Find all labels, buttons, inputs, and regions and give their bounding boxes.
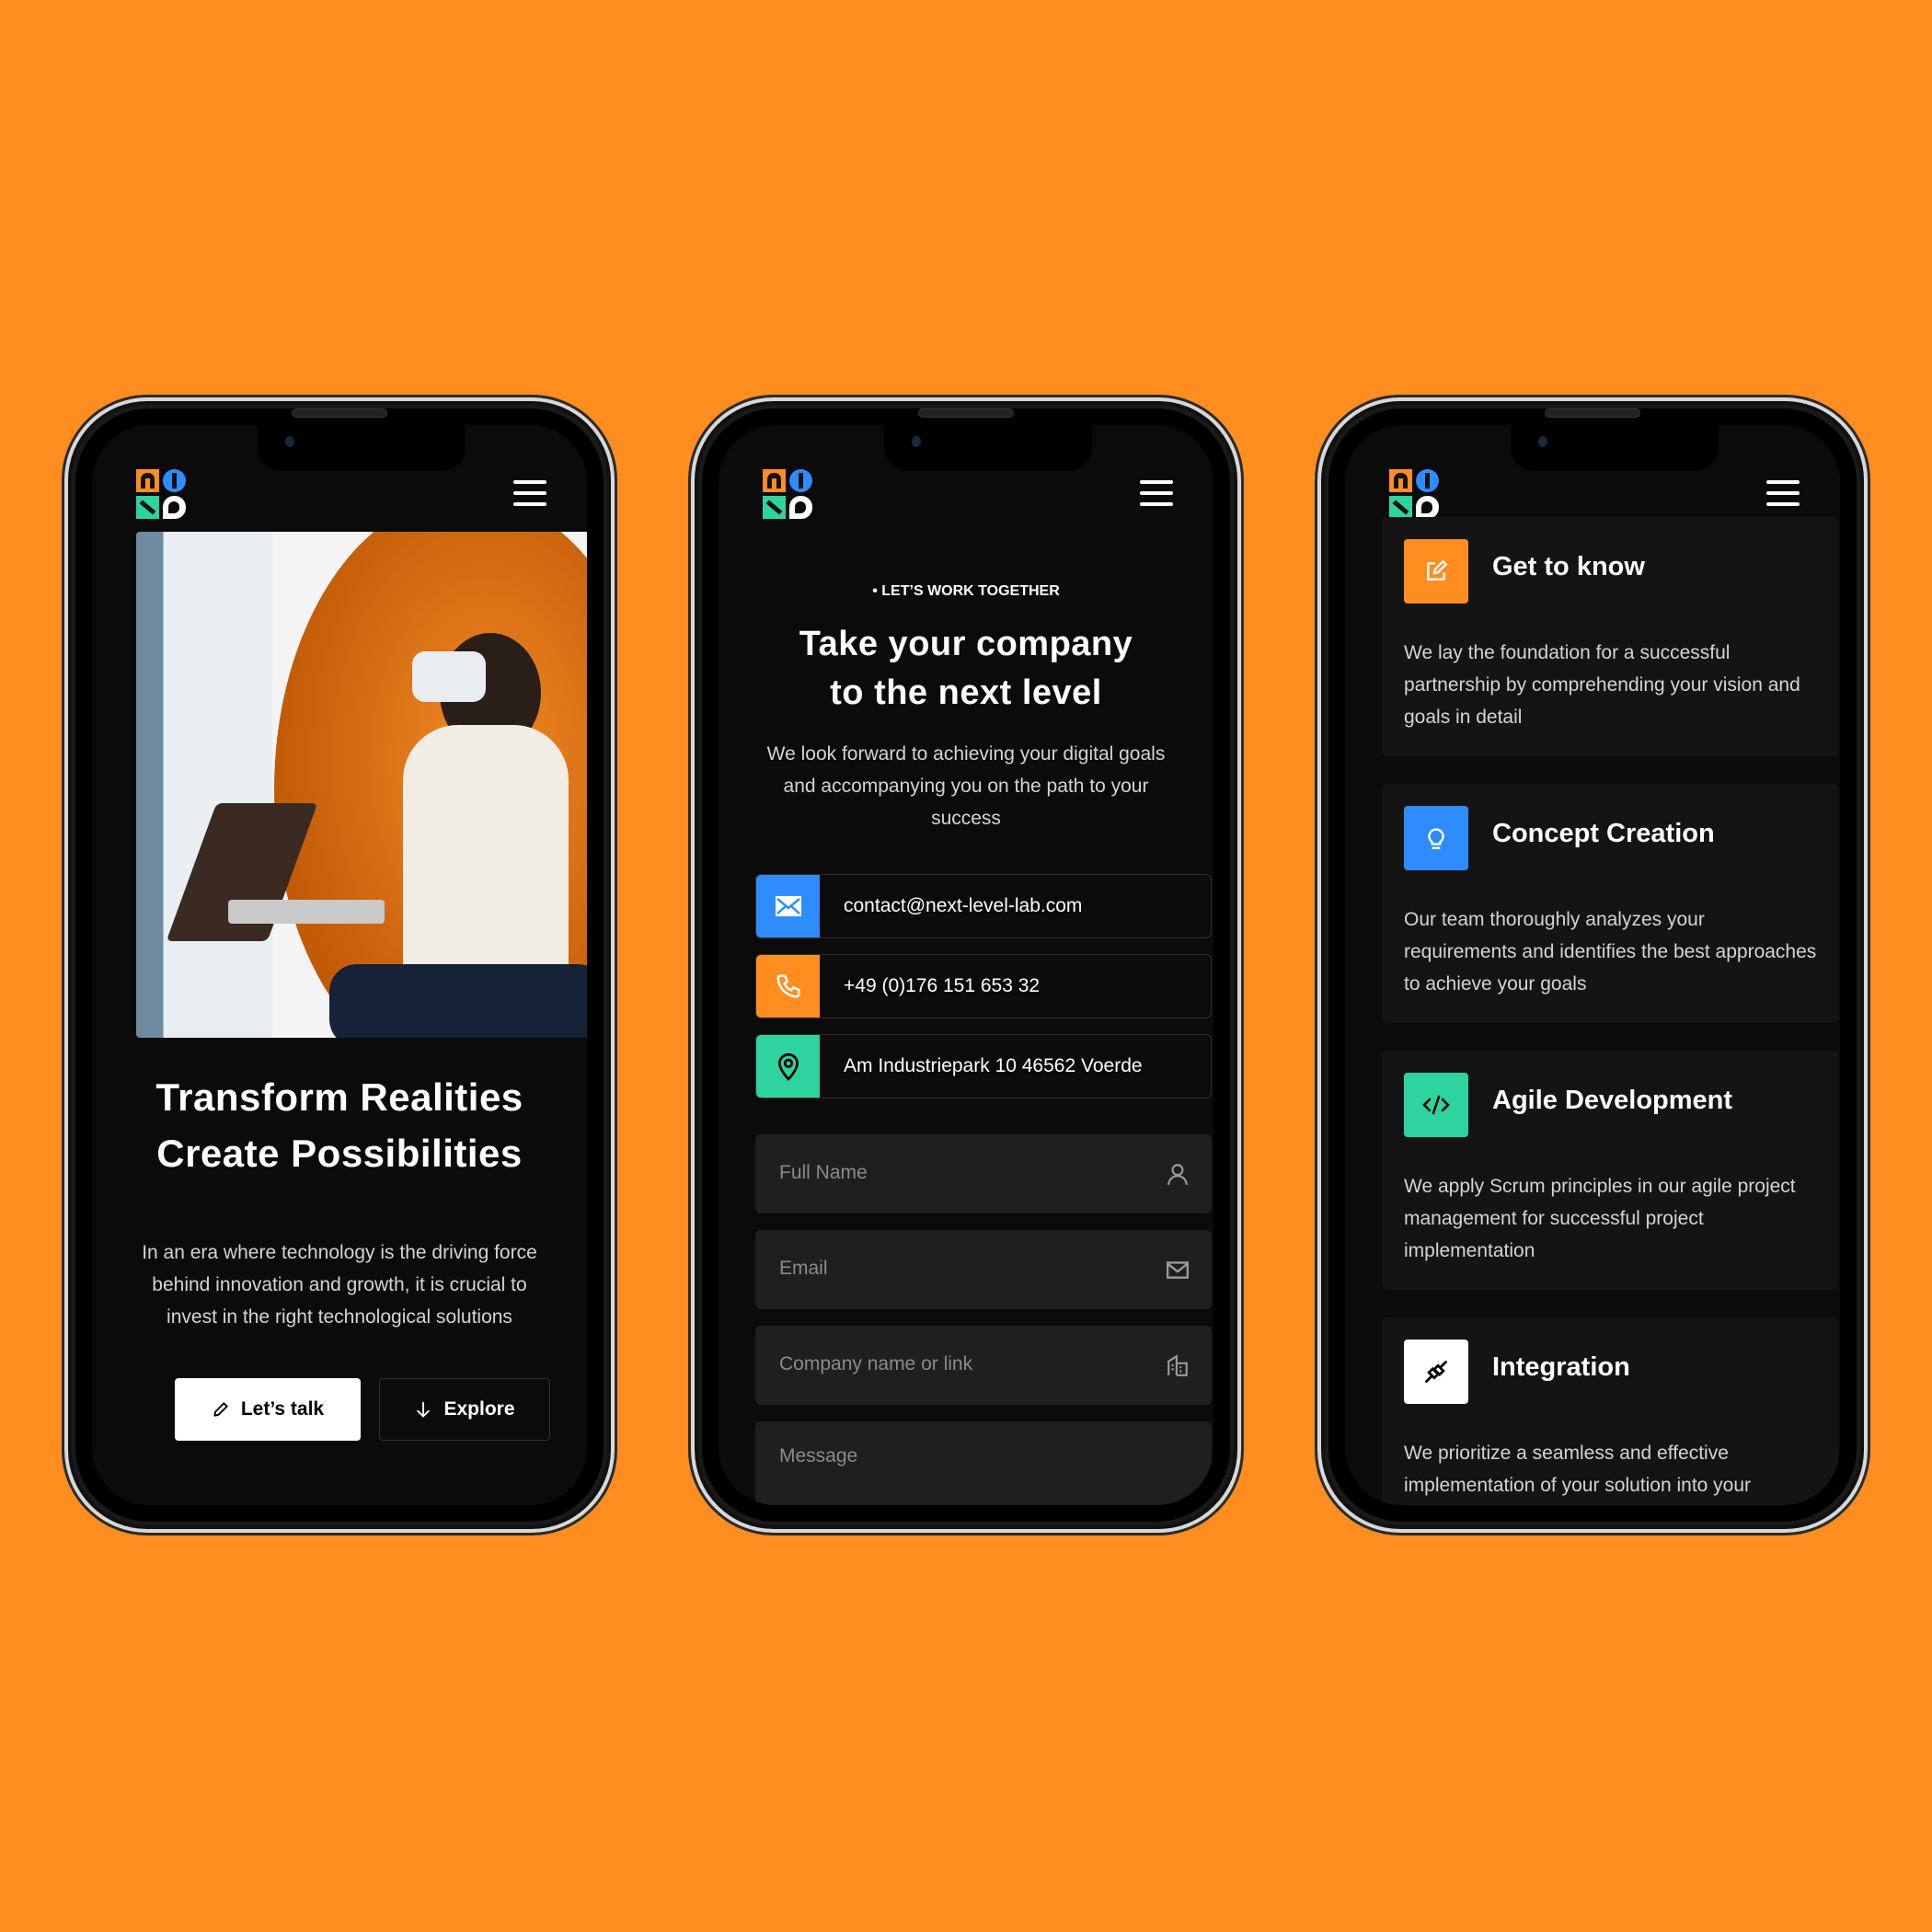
lightbulb-icon-box: [1404, 806, 1468, 870]
hero-description: In an era where technology is the drivin…: [142, 1242, 537, 1328]
phone-speaker: [1545, 408, 1640, 418]
brand-logo[interactable]: [1389, 469, 1439, 519]
phone-speaker: [292, 408, 387, 418]
hamburger-menu-icon[interactable]: [1140, 480, 1173, 506]
location-icon-box: [756, 1035, 820, 1098]
brand-logo[interactable]: [763, 469, 812, 519]
lets-talk-label: Let’s talk: [240, 1398, 325, 1420]
phone-speaker: [918, 408, 1014, 418]
contact-description: We look forward to achieving your digita…: [766, 743, 1166, 829]
lets-talk-button[interactable]: Let’s talk: [175, 1378, 361, 1441]
plug-icon: [1425, 1361, 1447, 1383]
plug-icon-box: [1404, 1340, 1468, 1404]
hero-image: [136, 532, 587, 1038]
contact-title-line-1: Take your company: [799, 625, 1133, 663]
email-placeholder: Email: [779, 1258, 828, 1279]
camera-icon: [912, 436, 921, 447]
phone-mockup-process: Get to know We lay the foundation for a …: [1317, 397, 1868, 1533]
contact-phone-text: +49 (0)176 151 653 32: [844, 975, 1041, 996]
message-placeholder: Message: [779, 1445, 858, 1466]
pencil-icon: [213, 1402, 228, 1417]
logo-n-tile: [763, 469, 786, 492]
mail-icon: [775, 896, 801, 916]
phone-mockup-hero: Transform Realities Create Possibilities…: [64, 397, 615, 1533]
card-description: We lay the foundation for a successful p…: [1404, 642, 1800, 728]
arrow-down-icon: [417, 1401, 431, 1418]
phone-screen: Transform Realities Create Possibilities…: [92, 425, 587, 1505]
edit-icon: [1427, 559, 1448, 581]
card-title: Integration: [1492, 1352, 1630, 1382]
card-description: We apply Scrum principles in our agile p…: [1404, 1176, 1796, 1261]
code-icon: [1422, 1095, 1450, 1115]
camera-icon: [285, 436, 294, 447]
hamburger-menu-icon[interactable]: [513, 480, 546, 506]
company-placeholder: Company name or link: [779, 1353, 973, 1374]
edit-icon-box: [1404, 539, 1468, 604]
logo-d-tile: [789, 496, 812, 519]
process-card-agile-development: Agile Development We apply Scrum princip…: [1382, 1051, 1838, 1290]
phone-mockup-contact: • LET’S WORK TOGETHER Take your company …: [691, 397, 1241, 1533]
logo-n-tile: [136, 469, 159, 492]
explore-label: Explore: [443, 1398, 515, 1420]
phone-notch: [258, 425, 466, 471]
full-name-input[interactable]: Full Name: [755, 1134, 1212, 1213]
contact-address-text: Am Industriepark 10 46562 Voerde: [844, 1055, 1143, 1076]
envelope-icon: [1166, 1261, 1190, 1279]
card-title: Agile Development: [1492, 1086, 1733, 1115]
hero-title-line-2: Create Possibilities: [156, 1132, 523, 1175]
eyebrow-text: LET’S WORK TOGETHER: [881, 583, 1060, 599]
phone-notch: [884, 425, 1092, 471]
logo-n-tile: [1389, 469, 1412, 492]
process-card-integration: Integration We prioritize a seamless and…: [1382, 1317, 1838, 1505]
logo-i-tile: [789, 469, 812, 492]
location-pin-icon: [777, 1052, 799, 1081]
building-icon: [1167, 1354, 1188, 1376]
user-icon: [1167, 1164, 1188, 1186]
phone-screen: • LET’S WORK TOGETHER Take your company …: [719, 425, 1213, 1505]
contact-title-line-2: to the next level: [830, 673, 1102, 712]
process-card-get-to-know: Get to know We lay the foundation for a …: [1382, 517, 1838, 756]
contact-email-text: contact@next-level-lab.com: [844, 895, 1083, 916]
logo-d-tile: [1416, 496, 1439, 519]
logo-i-tile: [163, 469, 186, 492]
mail-icon-box: [756, 875, 820, 937]
hero-title-line-1: Transform Realities: [155, 1075, 523, 1119]
code-icon-box: [1404, 1073, 1468, 1137]
phone-icon-box: [756, 955, 820, 1018]
lightbulb-icon: [1428, 828, 1444, 849]
logo-slash-tile: [136, 496, 159, 519]
process-card-concept-creation: Concept Creation Our team thoroughly ana…: [1382, 784, 1838, 1023]
camera-icon: [1538, 436, 1547, 447]
logo-d-tile: [163, 496, 186, 519]
contact-email[interactable]: contact@next-level-lab.com: [755, 874, 1212, 938]
phone-icon: [776, 974, 799, 998]
logo-slash-tile: [763, 496, 786, 519]
card-title: Get to know: [1492, 552, 1645, 581]
message-textarea[interactable]: Message: [755, 1421, 1212, 1505]
contact-phone[interactable]: +49 (0)176 151 653 32: [755, 954, 1212, 1018]
company-input[interactable]: Company name or link: [755, 1326, 1212, 1405]
email-input[interactable]: Email: [755, 1230, 1212, 1309]
contact-title: Take your company to the next level: [719, 620, 1213, 718]
eyebrow-label: • LET’S WORK TOGETHER: [719, 583, 1213, 600]
bullet-dot-icon: •: [872, 583, 882, 599]
card-description: Our team thoroughly analyzes your requir…: [1404, 909, 1817, 995]
hamburger-menu-icon[interactable]: [1766, 480, 1800, 506]
logo-slash-tile: [1389, 496, 1412, 519]
phone-screen: Get to know We lay the foundation for a …: [1345, 425, 1840, 1505]
phone-notch: [1511, 425, 1719, 471]
card-title: Concept Creation: [1492, 819, 1715, 848]
full-name-placeholder: Full Name: [779, 1162, 868, 1183]
brand-logo[interactable]: [136, 469, 186, 519]
explore-button[interactable]: Explore: [379, 1378, 550, 1441]
logo-i-tile: [1416, 469, 1439, 492]
contact-address[interactable]: Am Industriepark 10 46562 Voerde: [755, 1034, 1212, 1098]
hero-title: Transform Realities Create Possibilities: [92, 1069, 587, 1181]
card-description: We prioritize a seamless and effective i…: [1404, 1443, 1752, 1496]
